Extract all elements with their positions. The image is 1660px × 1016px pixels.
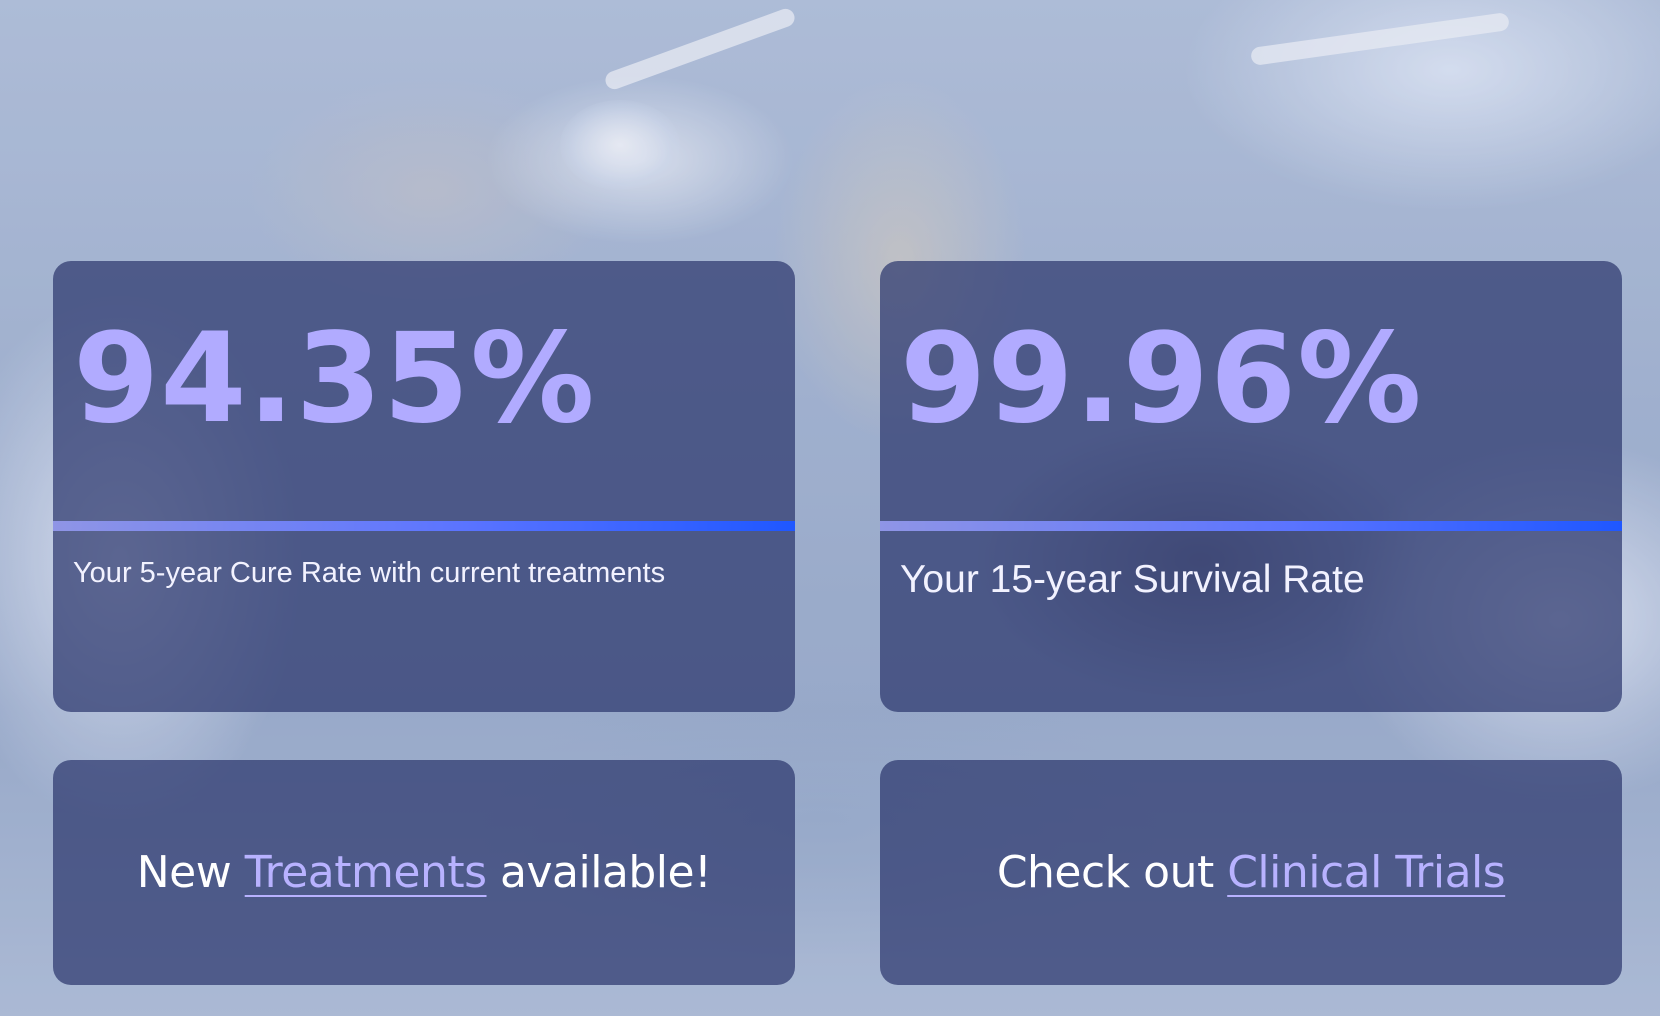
ceiling-light [1250, 11, 1510, 67]
treatments-suffix: available! [486, 847, 712, 898]
treatments-card: New Treatments available! [53, 760, 795, 985]
clinical-trials-message: Check out Clinical Trials [996, 847, 1506, 898]
survival-rate-value: 99.96% [900, 307, 1423, 451]
treatments-message: New Treatments available! [137, 847, 712, 898]
survival-rate-caption: Your 15-year Survival Rate [900, 558, 1365, 601]
clinical-trials-prefix: Check out [996, 847, 1228, 898]
clinical-trials-link[interactable]: Clinical Trials [1227, 847, 1505, 898]
lab-lamp-light [560, 100, 680, 190]
cure-rate-caption: Your 5-year Cure Rate with current treat… [73, 557, 666, 589]
survival-rate-card: 99.96% Your 15-year Survival Rate [880, 261, 1622, 712]
cure-rate-value: 94.35% [73, 307, 596, 451]
clinical-trials-card: Check out Clinical Trials [880, 760, 1622, 985]
ceiling-light [602, 6, 798, 92]
cure-rate-card: 94.35% Your 5-year Cure Rate with curren… [53, 261, 795, 712]
treatments-prefix: New [136, 847, 245, 898]
survival-rate-bar [880, 521, 1622, 531]
cure-rate-bar [53, 521, 795, 531]
treatments-link[interactable]: Treatments [245, 847, 487, 898]
